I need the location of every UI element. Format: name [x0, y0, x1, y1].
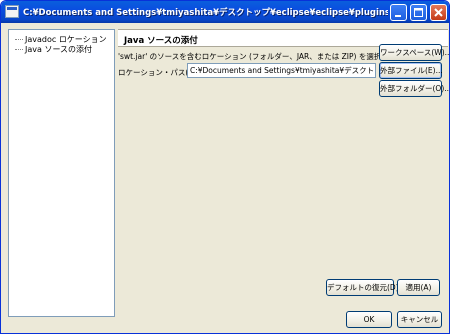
maximize-button[interactable]: [410, 4, 427, 21]
cancel-button[interactable]: キャンセル: [397, 311, 442, 328]
tree-connector: [15, 49, 23, 50]
minimize-icon: [395, 15, 401, 17]
close-button[interactable]: [430, 4, 447, 21]
external-folder-button[interactable]: 外部フォルダー(O)...: [379, 80, 449, 97]
window-title: C:¥Documents and Settings¥tmiyashita¥デスク…: [23, 8, 388, 18]
ok-button[interactable]: OK: [346, 311, 392, 328]
external-file-button[interactable]: 外部ファイル(E)...: [379, 62, 443, 79]
restore-defaults-button[interactable]: デフォルトの復元(D): [326, 279, 399, 296]
title-bar[interactable]: C:¥Documents and Settings¥tmiyashita¥デスク…: [1, 1, 449, 23]
minimize-button[interactable]: [390, 4, 407, 21]
tree-item-java-source-attachment[interactable]: Java ソースの添付: [15, 45, 92, 55]
window-icon: [5, 5, 19, 18]
tree-item-javadoc-location[interactable]: Javadoc ロケーション: [15, 35, 107, 45]
page-tree[interactable]: Javadoc ロケーション Java ソースの添付: [8, 29, 115, 317]
location-path-input[interactable]: C:¥Documents and Settings¥tmiyashita¥デスク…: [187, 63, 376, 78]
workspace-button[interactable]: ワークスペース(W)...: [379, 44, 449, 61]
page-title: Java ソースの添付: [124, 36, 198, 46]
dialog-body: Javadoc ロケーション Java ソースの添付 Java ソースの添付 '…: [4, 23, 449, 331]
close-icon: [434, 8, 443, 17]
tree-connector: [15, 39, 23, 40]
maximize-icon: [414, 8, 423, 17]
properties-dialog: C:¥Documents and Settings¥tmiyashita¥デスク…: [0, 0, 450, 334]
apply-button[interactable]: 適用(A): [397, 279, 440, 296]
